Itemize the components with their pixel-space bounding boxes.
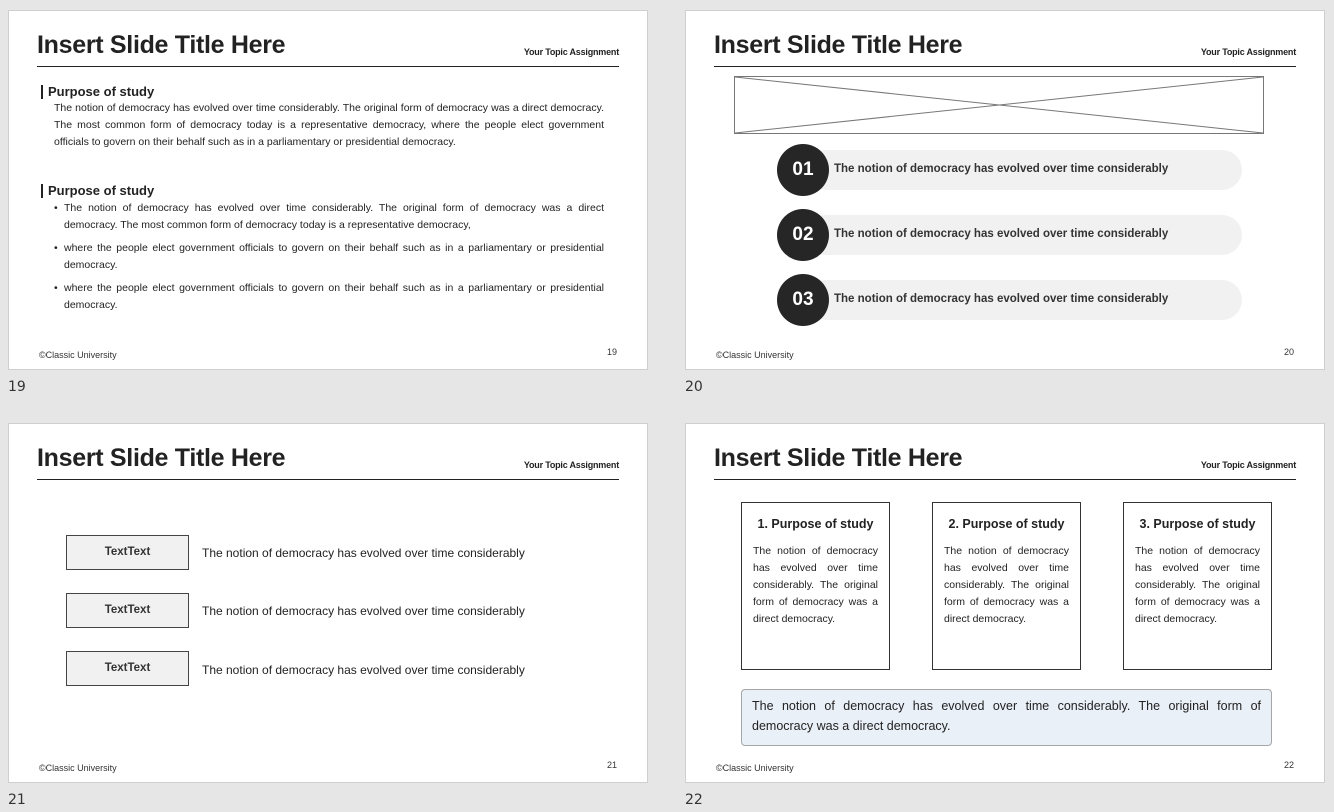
bullet-list: The notion of democracy has evolved over… (54, 200, 604, 320)
title-rule (714, 479, 1296, 480)
card-title: 3. Purpose of study (1139, 517, 1256, 531)
card-title: 2. Purpose of study (948, 517, 1065, 531)
slide-thumbnail-number: 21 (8, 792, 26, 808)
page-number: 21 (606, 760, 617, 770)
image-placeholder-icon[interactable] (734, 76, 1264, 134)
slide-thumbnail-number: 20 (685, 379, 703, 395)
topic-label: Your Topic Assignment (1200, 460, 1296, 470)
slide-title: Insert Slide Title Here (37, 31, 286, 59)
info-card: 1. Purpose of study The notion of democr… (741, 502, 890, 670)
topic-label: Your Topic Assignment (1200, 47, 1296, 57)
topic-label: Your Topic Assignment (523, 460, 619, 470)
title-rule (37, 479, 619, 480)
slide-21[interactable]: Insert Slide Title Here Your Topic Assig… (8, 423, 648, 783)
number-badge: 01 (777, 144, 829, 196)
slide-19[interactable]: Insert Slide Title Here Your Topic Assig… (8, 10, 648, 370)
page-number: 19 (606, 347, 617, 357)
section-paragraph: The notion of democracy has evolved over… (54, 102, 604, 148)
section-heading: Purpose of study (41, 85, 154, 99)
slide-thumbnail-number: 22 (685, 792, 703, 808)
text-box: TextText (66, 535, 189, 570)
slide-footer: ©Classic University (716, 763, 794, 773)
list-item-text: The notion of democracy has evolved over… (834, 163, 1169, 175)
card-body: The notion of democracy has evolved over… (1135, 545, 1260, 625)
bullet-item: The notion of democracy has evolved over… (54, 200, 604, 234)
summary-box: The notion of democracy has evolved over… (741, 689, 1272, 746)
slide-title: Insert Slide Title Here (714, 31, 963, 59)
card-body: The notion of democracy has evolved over… (944, 545, 1069, 625)
number-badge: 03 (777, 274, 829, 326)
slide-20[interactable]: Insert Slide Title Here Your Topic Assig… (685, 10, 1325, 370)
section-heading: Purpose of study (41, 184, 154, 198)
page-number: 22 (1283, 760, 1294, 770)
slide-footer: ©Classic University (39, 763, 117, 773)
row-text: The notion of democracy has evolved over… (202, 663, 525, 677)
row-text: The notion of democracy has evolved over… (202, 604, 525, 618)
list-item-text: The notion of democracy has evolved over… (834, 293, 1169, 305)
page-number: 20 (1283, 347, 1294, 357)
bullet-item: where the people elect government offici… (54, 280, 604, 314)
slide-footer: ©Classic University (716, 350, 794, 360)
info-card: 3. Purpose of study The notion of democr… (1123, 502, 1272, 670)
card-title: 1. Purpose of study (757, 517, 874, 531)
text-box: TextText (66, 593, 189, 628)
title-rule (37, 66, 619, 67)
title-rule (714, 66, 1296, 67)
list-item-pill: The notion of democracy has evolved over… (806, 150, 1242, 190)
list-item-text: The notion of democracy has evolved over… (834, 228, 1169, 240)
card-body: The notion of democracy has evolved over… (753, 545, 878, 625)
text-box: TextText (66, 651, 189, 686)
info-card: 2. Purpose of study The notion of democr… (932, 502, 1081, 670)
number-badge: 02 (777, 209, 829, 261)
slide-footer: ©Classic University (39, 350, 117, 360)
slide-title: Insert Slide Title Here (714, 444, 963, 472)
row-text: The notion of democracy has evolved over… (202, 546, 525, 560)
slide-title: Insert Slide Title Here (37, 444, 286, 472)
slide-22[interactable]: Insert Slide Title Here Your Topic Assig… (685, 423, 1325, 783)
list-item-pill: The notion of democracy has evolved over… (806, 280, 1242, 320)
topic-label: Your Topic Assignment (523, 47, 619, 57)
bullet-item: where the people elect government offici… (54, 240, 604, 274)
slide-thumbnail-number: 19 (8, 379, 26, 395)
list-item-pill: The notion of democracy has evolved over… (806, 215, 1242, 255)
